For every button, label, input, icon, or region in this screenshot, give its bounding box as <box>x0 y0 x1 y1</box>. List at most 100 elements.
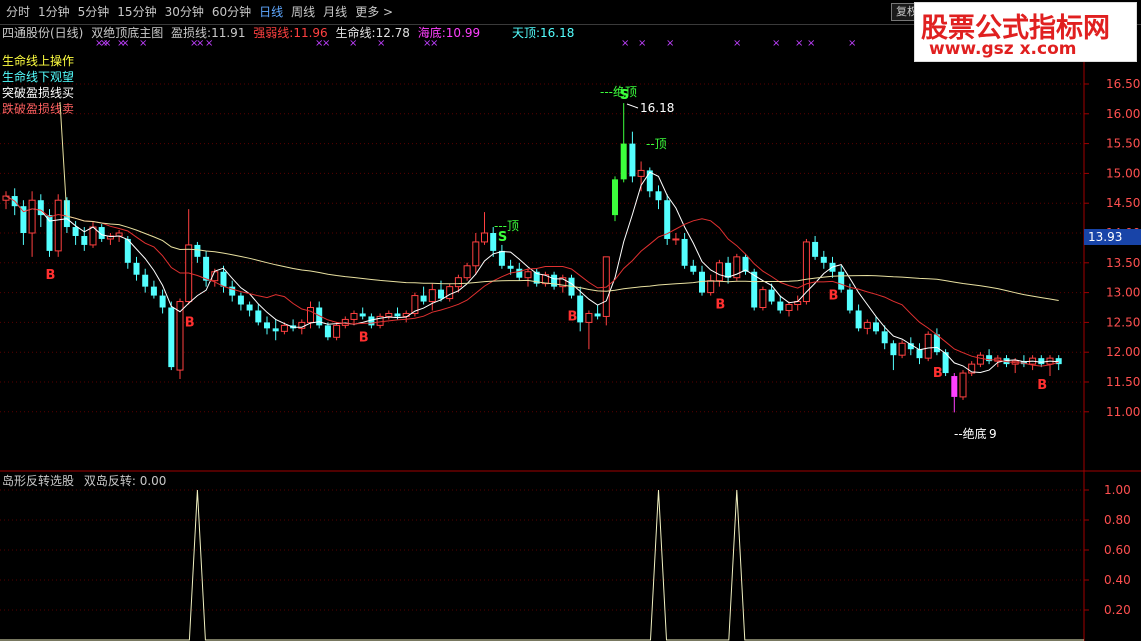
candle-body <box>472 241 480 267</box>
price-tick-label: 16.00 <box>1106 107 1140 121</box>
island-reversal-line <box>0 489 1084 641</box>
x-marker: × <box>322 38 330 49</box>
candle-body <box>142 274 149 287</box>
candle-body <box>385 312 393 317</box>
candle-body <box>846 289 853 311</box>
sub-tick-label: 0.80 <box>1104 513 1131 527</box>
candle-body <box>28 199 36 234</box>
candle-body <box>246 304 253 311</box>
candle-body <box>272 328 279 332</box>
x-marker: × <box>430 38 438 49</box>
candle-body <box>715 262 723 282</box>
price-tick-label: 11.50 <box>1106 375 1140 389</box>
top-s2-label: --顶 <box>646 137 667 151</box>
candle-body <box>594 313 601 317</box>
candle-body <box>1038 358 1045 365</box>
top-label: ---绝顶 <box>600 84 637 99</box>
candle-body <box>959 372 967 398</box>
x-marker: × <box>121 38 129 49</box>
candle-body <box>881 331 888 344</box>
candle-body <box>72 227 79 236</box>
candle-body <box>54 199 62 252</box>
candle-body <box>150 286 157 296</box>
candle-body <box>20 206 27 233</box>
candle-body <box>863 321 871 329</box>
x-marker: × <box>795 38 803 49</box>
candle-body <box>838 271 845 290</box>
candle-body <box>924 333 932 359</box>
x-marker: × <box>349 38 357 49</box>
candle-body <box>203 256 210 281</box>
candle-body <box>350 312 358 320</box>
candle-body <box>394 313 401 317</box>
candle-body <box>873 322 879 332</box>
candle-body <box>812 241 819 257</box>
candle-body <box>585 312 593 323</box>
candle-body <box>81 235 88 245</box>
price-tick-label: 11.00 <box>1106 405 1140 419</box>
price-tick-label: 12.00 <box>1106 345 1140 359</box>
candle-body <box>785 304 793 311</box>
x-marker: × <box>772 38 780 49</box>
candle-body <box>524 271 532 279</box>
price-tick-label: 15.50 <box>1106 137 1140 151</box>
candle-body <box>194 244 201 257</box>
mid-top-label: ---顶 <box>494 219 519 233</box>
candle-body <box>777 301 784 311</box>
candle-body <box>707 280 715 294</box>
candle-body <box>612 179 618 216</box>
candle-body <box>672 238 680 241</box>
candle-body <box>898 342 906 356</box>
candle-body <box>681 238 688 266</box>
candle-body <box>255 310 262 323</box>
candle-body <box>820 256 827 263</box>
candle-body <box>307 307 314 323</box>
price-tick-label: 12.50 <box>1106 315 1140 329</box>
candle-body <box>759 289 767 308</box>
buy-marker: B <box>829 289 839 304</box>
buy-marker: B <box>1037 378 1047 393</box>
candle-body <box>637 169 645 177</box>
candle-body <box>951 376 958 397</box>
ma-short-line <box>5 171 1059 374</box>
x-marker: × <box>139 38 147 49</box>
candle-body <box>890 343 897 356</box>
life-line <box>59 101 1059 301</box>
candle-body <box>481 232 488 243</box>
x-marker: × <box>205 38 213 49</box>
candle-body <box>620 143 627 180</box>
candle-body <box>264 322 270 329</box>
top-max-value: 16.18 <box>640 101 674 115</box>
brand-url: www.gsz x.com <box>929 39 1077 59</box>
sub-tick-label: 0.60 <box>1104 543 1131 557</box>
buy-marker: B <box>185 316 195 331</box>
buy-marker: B <box>46 268 56 283</box>
x-marker: × <box>733 38 741 49</box>
top-pointer <box>626 103 639 109</box>
buy-marker: B <box>359 330 369 345</box>
x-marker: × <box>848 38 856 49</box>
candle-body <box>498 250 505 266</box>
candle-body <box>976 354 984 365</box>
candlestick-chart[interactable]: 16.5016.0015.5015.0014.5014.0013.5013.00… <box>0 0 1141 641</box>
x-marker: × <box>377 38 385 49</box>
sub-tick-label: 1.00 <box>1104 483 1131 497</box>
candle-body <box>454 277 462 288</box>
x-marker: × <box>807 38 815 49</box>
candle-body <box>516 268 523 278</box>
candle-body <box>490 233 497 251</box>
candle-body <box>428 289 436 303</box>
candle-body <box>551 274 558 287</box>
candle-body <box>220 271 227 287</box>
candle-body <box>690 265 697 272</box>
candle-body <box>237 295 244 305</box>
candle-body <box>655 191 662 201</box>
candle-body <box>446 286 454 300</box>
price-tick-label: 13.50 <box>1106 256 1140 270</box>
candle-body <box>420 295 427 302</box>
candle-body <box>159 295 166 308</box>
candle-body <box>280 324 288 332</box>
candle-body <box>333 324 341 338</box>
candle-body <box>133 262 140 275</box>
candle-body <box>359 313 366 317</box>
